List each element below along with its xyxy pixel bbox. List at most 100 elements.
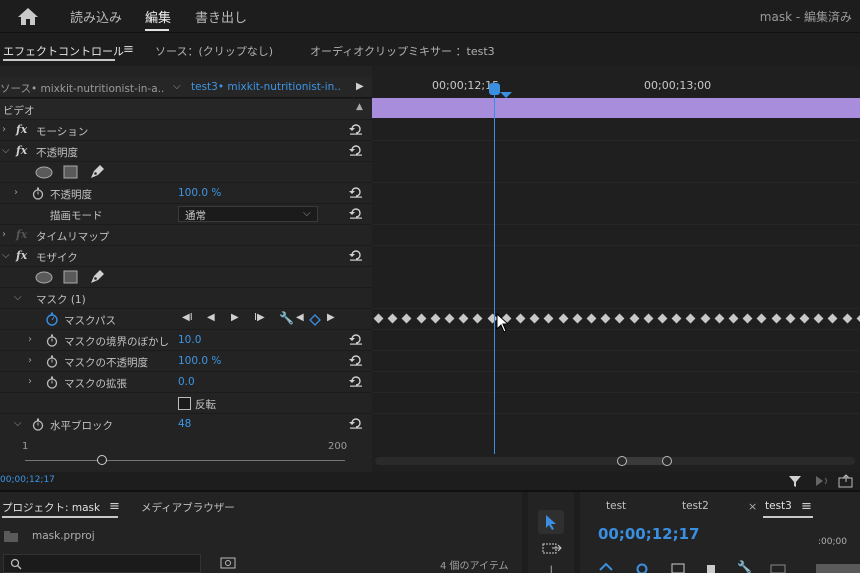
keyframe-diamond[interactable] xyxy=(827,313,838,324)
track-backward-icon[interactable]: ◀ xyxy=(207,312,215,323)
play-audio-icon[interactable] xyxy=(814,475,830,487)
home-icon[interactable] xyxy=(16,6,40,26)
snap-icon[interactable] xyxy=(598,562,614,573)
mask-feather-value[interactable]: 10.0 xyxy=(178,334,201,346)
keyframe-diamond[interactable] xyxy=(742,313,753,324)
tab-media-browser[interactable]: メディアブラウザー xyxy=(141,500,235,515)
tab-effect-controls[interactable]: エフェクトコントロール xyxy=(3,43,124,59)
track-forward-one-icon[interactable]: I▶ xyxy=(254,312,265,323)
panel-menu-icon[interactable]: ≡ xyxy=(801,499,812,514)
sequence-clip-label[interactable]: test3• mixkit-nutritionist-in... xyxy=(191,81,341,93)
keyframe-diamond[interactable] xyxy=(401,313,412,324)
tab-project[interactable]: プロジェクト: mask xyxy=(2,500,100,515)
rectangle-mask-icon[interactable] xyxy=(63,270,78,284)
stopwatch-icon[interactable] xyxy=(32,418,44,431)
keyframe-diamond[interactable] xyxy=(714,313,725,324)
playhead-handle[interactable] xyxy=(488,82,514,100)
filter-icon[interactable] xyxy=(788,474,802,488)
play-triangle-icon[interactable]: ▶ xyxy=(356,81,364,92)
mask-opacity-value[interactable]: 100.0 % xyxy=(178,355,221,367)
rectangle-mask-icon[interactable] xyxy=(63,165,78,179)
stopwatch-icon[interactable] xyxy=(46,334,58,347)
source-clip-label[interactable]: ソース• mixkit-nutritionist-in-a... xyxy=(0,81,165,96)
keyframe-diamond[interactable] xyxy=(671,313,682,324)
horizontal-blocks-value[interactable]: 48 xyxy=(178,418,191,430)
keyframe-diamond[interactable] xyxy=(600,313,611,324)
stopwatch-icon[interactable] xyxy=(45,312,59,326)
pen-mask-icon[interactable] xyxy=(89,269,105,285)
new-bin-icon[interactable] xyxy=(220,555,236,569)
selection-tool-button[interactable] xyxy=(538,510,564,534)
captions-icon[interactable] xyxy=(770,564,786,573)
horizontal-blocks-slider-thumb[interactable] xyxy=(96,455,107,465)
keyframe-diamond[interactable] xyxy=(799,313,810,324)
track-backward-one-icon[interactable]: ◀I xyxy=(182,312,193,323)
effect-row-time-remap[interactable]: › fx タイムリマップ xyxy=(0,224,372,245)
timeline-ruler[interactable]: 00;00;12;15 00;00;13;00 xyxy=(372,78,860,98)
timeline-scrollbar[interactable] xyxy=(375,456,855,466)
blend-mode-select[interactable]: 通常 ⌵ xyxy=(178,206,318,222)
chevron-right-icon[interactable]: › xyxy=(2,124,6,135)
keyframe-diamond[interactable] xyxy=(629,313,640,324)
keyframe-diamond[interactable] xyxy=(558,313,569,324)
close-icon[interactable]: × xyxy=(748,500,757,513)
keyframe-diamond[interactable] xyxy=(643,313,654,324)
stopwatch-icon[interactable] xyxy=(46,376,58,389)
chevron-right-icon[interactable]: › xyxy=(2,229,6,240)
ec-timecode[interactable]: 00;00;12;17 xyxy=(0,475,55,485)
tab-source[interactable]: ソース：(クリップなし) xyxy=(155,43,273,59)
collapse-up-icon[interactable]: ▲ xyxy=(356,102,363,112)
wrench-icon[interactable]: 🔧 xyxy=(737,560,752,573)
keyframe-diamond[interactable] xyxy=(529,313,540,324)
keyframe-diamond[interactable] xyxy=(856,313,860,324)
reset-icon[interactable] xyxy=(349,207,363,219)
ellipse-mask-icon[interactable] xyxy=(35,271,53,284)
reset-icon[interactable] xyxy=(349,144,363,156)
keyframe-diamond[interactable] xyxy=(813,313,824,324)
keyframe-diamond[interactable] xyxy=(515,313,526,324)
keyframe-diamond[interactable] xyxy=(728,313,739,324)
chevron-down-icon[interactable]: ⌵ xyxy=(14,292,22,303)
chevron-right-icon[interactable]: › xyxy=(28,376,32,387)
keyframe-diamond[interactable] xyxy=(416,313,427,324)
reset-icon[interactable] xyxy=(349,354,363,366)
project-search-input[interactable] xyxy=(3,554,201,573)
chevron-down-icon[interactable]: ⌵ xyxy=(173,81,181,92)
keyframe-diamond[interactable] xyxy=(472,313,483,324)
chevron-right-icon[interactable]: › xyxy=(28,334,32,345)
tab-audio-clip-mixer[interactable]: オーディオクリップミキサー ：test3 xyxy=(310,43,495,59)
reset-icon[interactable] xyxy=(349,123,363,135)
invert-checkbox[interactable] xyxy=(178,397,191,410)
keyframe-diamond[interactable] xyxy=(444,313,455,324)
sequence-tab-test[interactable]: test xyxy=(606,500,626,512)
stopwatch-icon[interactable] xyxy=(46,355,58,368)
pen-mask-icon[interactable] xyxy=(89,164,105,180)
sequence-timecode[interactable]: 00;00;12;17 xyxy=(598,525,700,543)
reset-icon[interactable] xyxy=(349,375,363,387)
marker-icon[interactable] xyxy=(706,564,716,573)
sequence-work-area[interactable] xyxy=(816,564,860,573)
ellipse-mask-icon[interactable] xyxy=(35,166,53,179)
mask-row[interactable]: ⌵ マスク (1) xyxy=(0,287,372,308)
keyframe-diamond[interactable] xyxy=(842,313,853,324)
reset-icon[interactable] xyxy=(349,186,363,198)
keyframe-diamond[interactable] xyxy=(572,313,583,324)
panel-menu-icon[interactable]: ≡ xyxy=(109,499,120,514)
chevron-down-icon[interactable]: ⌵ xyxy=(2,250,10,261)
keyframe-diamond[interactable] xyxy=(387,313,398,324)
add-keyframe-icon[interactable] xyxy=(309,314,321,326)
keyframe-diamond[interactable] xyxy=(657,313,668,324)
keyframe-diamond[interactable] xyxy=(373,313,384,324)
chevron-down-icon[interactable]: ⌵ xyxy=(2,145,10,156)
track-forward-icon[interactable]: ▶ xyxy=(231,312,239,323)
reset-icon[interactable] xyxy=(349,417,363,429)
track-select-tool-icon[interactable] xyxy=(542,542,562,556)
keyframe-diamond[interactable] xyxy=(700,313,711,324)
fx-icon[interactable]: fx xyxy=(16,123,27,136)
chevron-down-icon[interactable]: ⌵ xyxy=(14,418,22,429)
mask-expansion-value[interactable]: 0.0 xyxy=(178,376,195,388)
keyframe-diamond[interactable] xyxy=(458,313,469,324)
chevron-right-icon[interactable]: › xyxy=(14,187,18,198)
effect-row-opacity[interactable]: ⌵ fx 不透明度 xyxy=(0,140,372,161)
horizontal-blocks-slider-track[interactable] xyxy=(25,460,345,461)
